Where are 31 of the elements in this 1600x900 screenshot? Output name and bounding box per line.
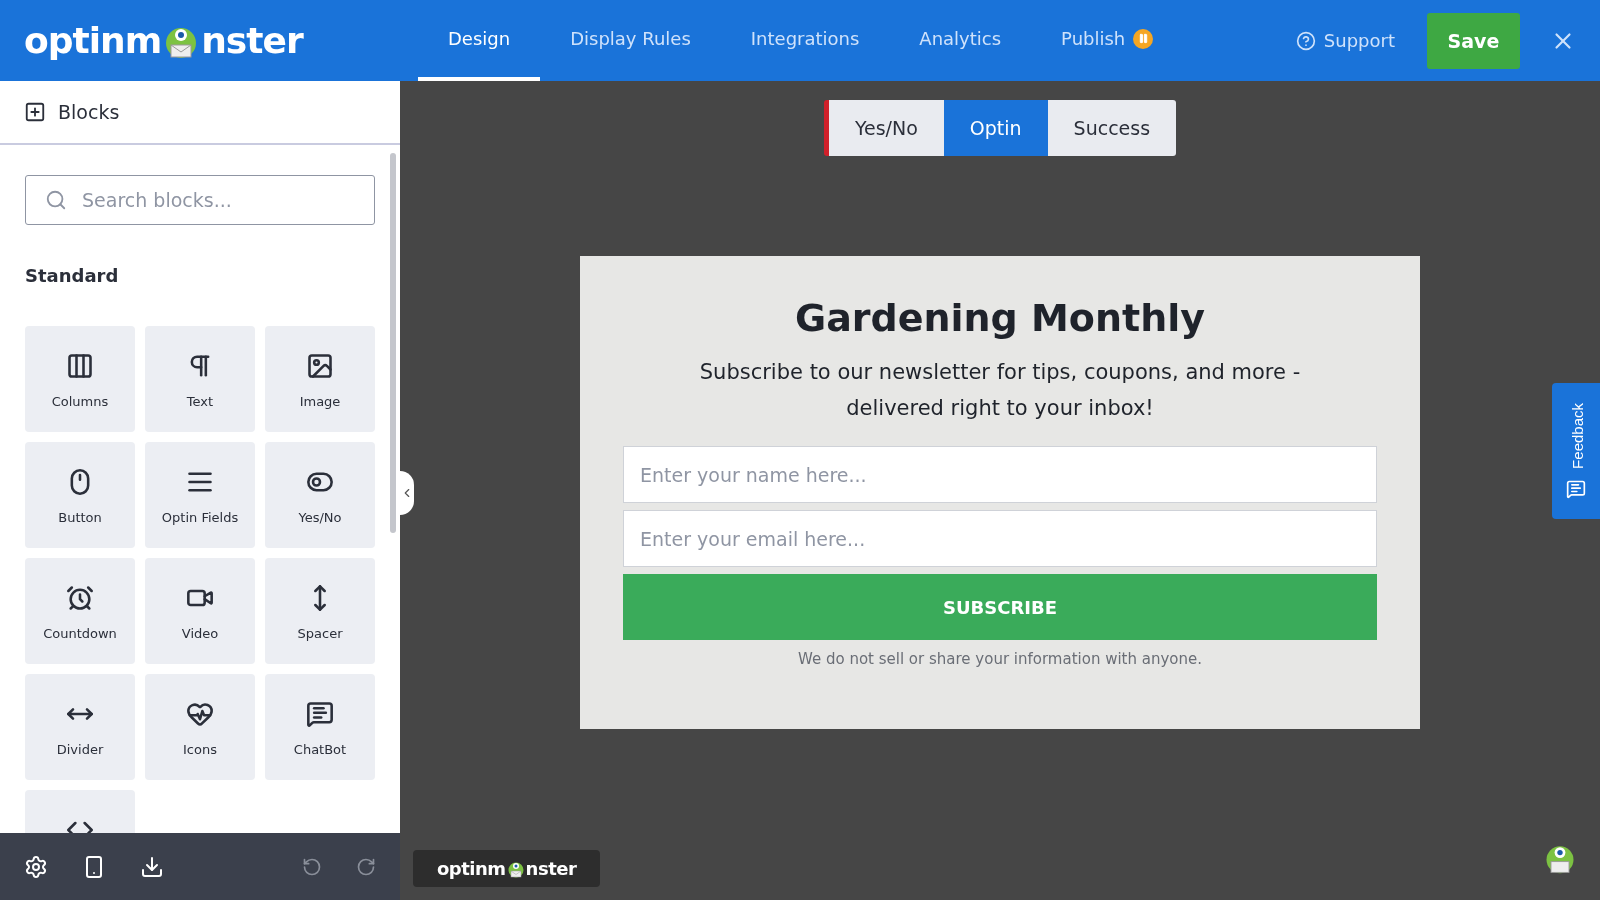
popup-subtitle: Subscribe to our newsletter for tips, coupons, and more - delivered right to your inbox! — [698, 359, 1302, 422]
block-tile[interactable]: Columns — [25, 326, 135, 432]
block-tile[interactable]: Icons — [145, 674, 255, 780]
block-tile[interactable]: Video — [145, 558, 255, 664]
view-tab[interactable]: Optin — [943, 100, 1048, 156]
block-tile[interactable]: Yes/No — [265, 442, 375, 548]
email-field[interactable]: Enter your email here... — [623, 510, 1377, 567]
nav-tab[interactable]: Publish — [1031, 0, 1184, 81]
logo: optinm nster — [24, 20, 305, 61]
block-tile[interactable]: ChatBot — [265, 674, 375, 780]
sidebar-title: Blocks — [58, 101, 120, 123]
nav-tab[interactable]: Integrations — [720, 0, 890, 81]
nav-tab[interactable]: Display Rules — [540, 0, 721, 81]
block-tile[interactable]: Image — [265, 326, 375, 432]
search-field[interactable]: Search blocks... — [25, 175, 375, 225]
privacy-note: We do not sell or share your information with anyone. — [797, 650, 1202, 668]
name-field[interactable]: Enter your name here... — [623, 446, 1377, 503]
brand-badge: optinm nster — [413, 850, 601, 887]
section-title: Standard — [25, 265, 120, 286]
view-tab[interactable]: Yes/No — [828, 100, 944, 156]
popup-title: Gardening Monthly — [794, 296, 1206, 340]
block-tile[interactable]: Countdown — [25, 558, 135, 664]
nav-tab[interactable]: Analytics — [889, 0, 1032, 81]
support-link[interactable]: Support — [1295, 30, 1395, 51]
block-tile[interactable]: Divider — [25, 674, 135, 780]
feedback-tab[interactable]: Feedback — [1552, 383, 1600, 519]
block-tile[interactable]: Optin Fields — [145, 442, 255, 548]
block-tile[interactable]: Spacer — [265, 558, 375, 664]
view-tab[interactable]: Success — [1047, 100, 1177, 156]
block-tile[interactable]: Button — [25, 442, 135, 548]
block-tile[interactable]: Text — [145, 326, 255, 432]
